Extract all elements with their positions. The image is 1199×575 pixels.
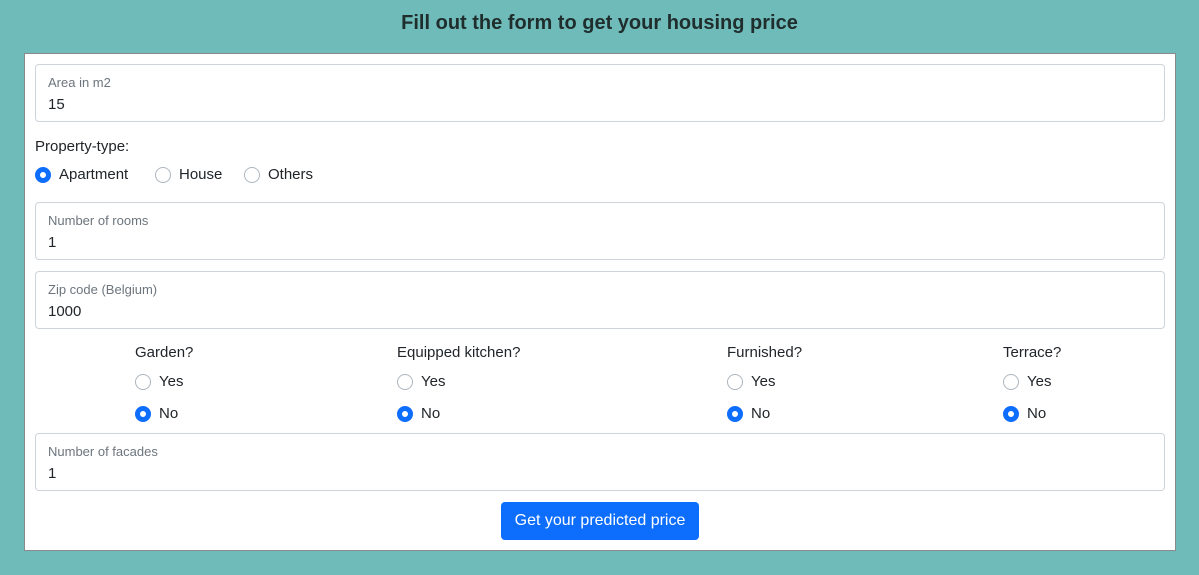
furnished-label: Furnished? <box>727 344 803 361</box>
kitchen-label: Equipped kitchen? <box>397 344 521 361</box>
zip-field[interactable]: Zip code (Belgium) <box>35 271 1165 329</box>
radio-checked-icon[interactable] <box>1003 405 1019 422</box>
kitchen-yes-label: Yes <box>421 373 446 390</box>
page-title: Fill out the form to get your housing pr… <box>401 12 798 34</box>
area-input[interactable] <box>48 93 1148 115</box>
facades-field[interactable]: Number of facades <box>35 433 1165 491</box>
rooms-input[interactable] <box>48 231 1148 253</box>
radio-unchecked-icon[interactable] <box>1003 373 1019 390</box>
radio-checked-icon[interactable] <box>397 405 413 422</box>
garden-yes-label: Yes <box>159 373 184 390</box>
property-type-others-radio[interactable]: Others <box>244 166 313 183</box>
property-type-house-radio[interactable]: House <box>155 166 222 183</box>
radio-unchecked-icon[interactable] <box>244 166 260 183</box>
radio-unchecked-icon[interactable] <box>397 373 413 390</box>
kitchen-yes-radio[interactable]: Yes <box>397 373 445 390</box>
furnished-no-label: No <box>751 405 771 422</box>
facades-label: Number of facades <box>48 444 158 459</box>
rooms-label: Number of rooms <box>48 213 149 228</box>
property-type-apartment-radio[interactable]: Apartment <box>35 166 128 183</box>
terrace-label: Terrace? <box>1003 344 1062 361</box>
terrace-yes-label: Yes <box>1027 373 1052 390</box>
facades-input[interactable] <box>48 462 1148 484</box>
rooms-field[interactable]: Number of rooms <box>35 202 1165 260</box>
submit-button[interactable]: Get your predicted price <box>501 502 699 540</box>
furnished-yes-radio[interactable]: Yes <box>727 373 775 390</box>
others-label: Others <box>268 166 314 183</box>
area-label: Area in m2 <box>48 75 111 90</box>
radio-checked-icon[interactable] <box>35 166 51 183</box>
terrace-no-label: No <box>1027 405 1047 422</box>
radio-unchecked-icon[interactable] <box>155 166 171 183</box>
garden-no-radio[interactable]: No <box>135 405 178 422</box>
zip-input[interactable] <box>48 300 1148 322</box>
garden-no-label: No <box>159 405 179 422</box>
terrace-no-radio[interactable]: No <box>1003 405 1046 422</box>
house-label: House <box>179 166 223 183</box>
terrace-yes-radio[interactable]: Yes <box>1003 373 1051 390</box>
area-field[interactable]: Area in m2 <box>35 64 1165 122</box>
zip-label: Zip code (Belgium) <box>48 282 158 297</box>
radio-checked-icon[interactable] <box>727 405 743 422</box>
radio-unchecked-icon[interactable] <box>727 373 743 390</box>
garden-label: Garden? <box>135 344 194 361</box>
kitchen-no-label: No <box>421 405 441 422</box>
prediction-form: Area in m2 Property-type: Apartment Hous… <box>24 53 1176 551</box>
radio-unchecked-icon[interactable] <box>135 373 151 390</box>
apartment-label: Apartment <box>59 166 129 183</box>
garden-yes-radio[interactable]: Yes <box>135 373 183 390</box>
furnished-yes-label: Yes <box>751 373 776 390</box>
property-type-label: Property-type: <box>35 138 130 155</box>
radio-checked-icon[interactable] <box>135 405 151 422</box>
furnished-no-radio[interactable]: No <box>727 405 770 422</box>
kitchen-no-radio[interactable]: No <box>397 405 440 422</box>
